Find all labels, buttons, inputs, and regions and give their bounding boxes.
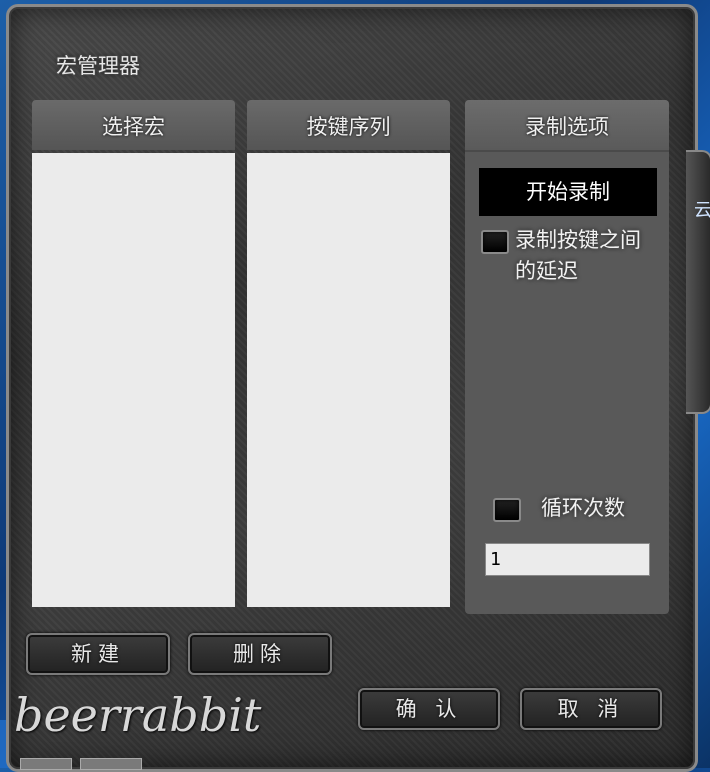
record-options-panel: 录制选项 开始录制 录制按键之间 的延迟 循环次数 <box>465 100 669 614</box>
side-tab[interactable] <box>686 150 710 414</box>
macro-list[interactable] <box>32 153 235 607</box>
record-delay-checkbox[interactable] <box>481 230 509 254</box>
bottom-strip <box>80 758 142 770</box>
loop-count-checkbox[interactable] <box>493 498 521 522</box>
watermark-text: beerrabbit <box>14 688 262 742</box>
delete-macro-button[interactable]: 删除 <box>188 633 332 675</box>
loop-count-input[interactable] <box>485 543 650 576</box>
bottom-strip <box>20 758 72 770</box>
start-recording-button[interactable]: 开始录制 <box>479 168 657 216</box>
record-delay-label-line2: 的延迟 <box>515 259 578 283</box>
key-sequence-list[interactable] <box>247 153 450 607</box>
window-title: 宏管理器 <box>56 54 140 78</box>
record-delay-label-line1: 录制按键之间 <box>515 228 641 252</box>
ok-button[interactable]: 确 认 <box>358 688 500 730</box>
loop-count-label: 循环次数 <box>541 496 625 520</box>
key-sequence-header: 按键序列 <box>247 100 450 150</box>
side-tab-label: 云 <box>694 200 710 221</box>
macro-list-header: 选择宏 <box>32 100 235 150</box>
record-options-header: 录制选项 <box>465 100 669 152</box>
cancel-button[interactable]: 取 消 <box>520 688 662 730</box>
new-macro-button[interactable]: 新建 <box>26 633 170 675</box>
